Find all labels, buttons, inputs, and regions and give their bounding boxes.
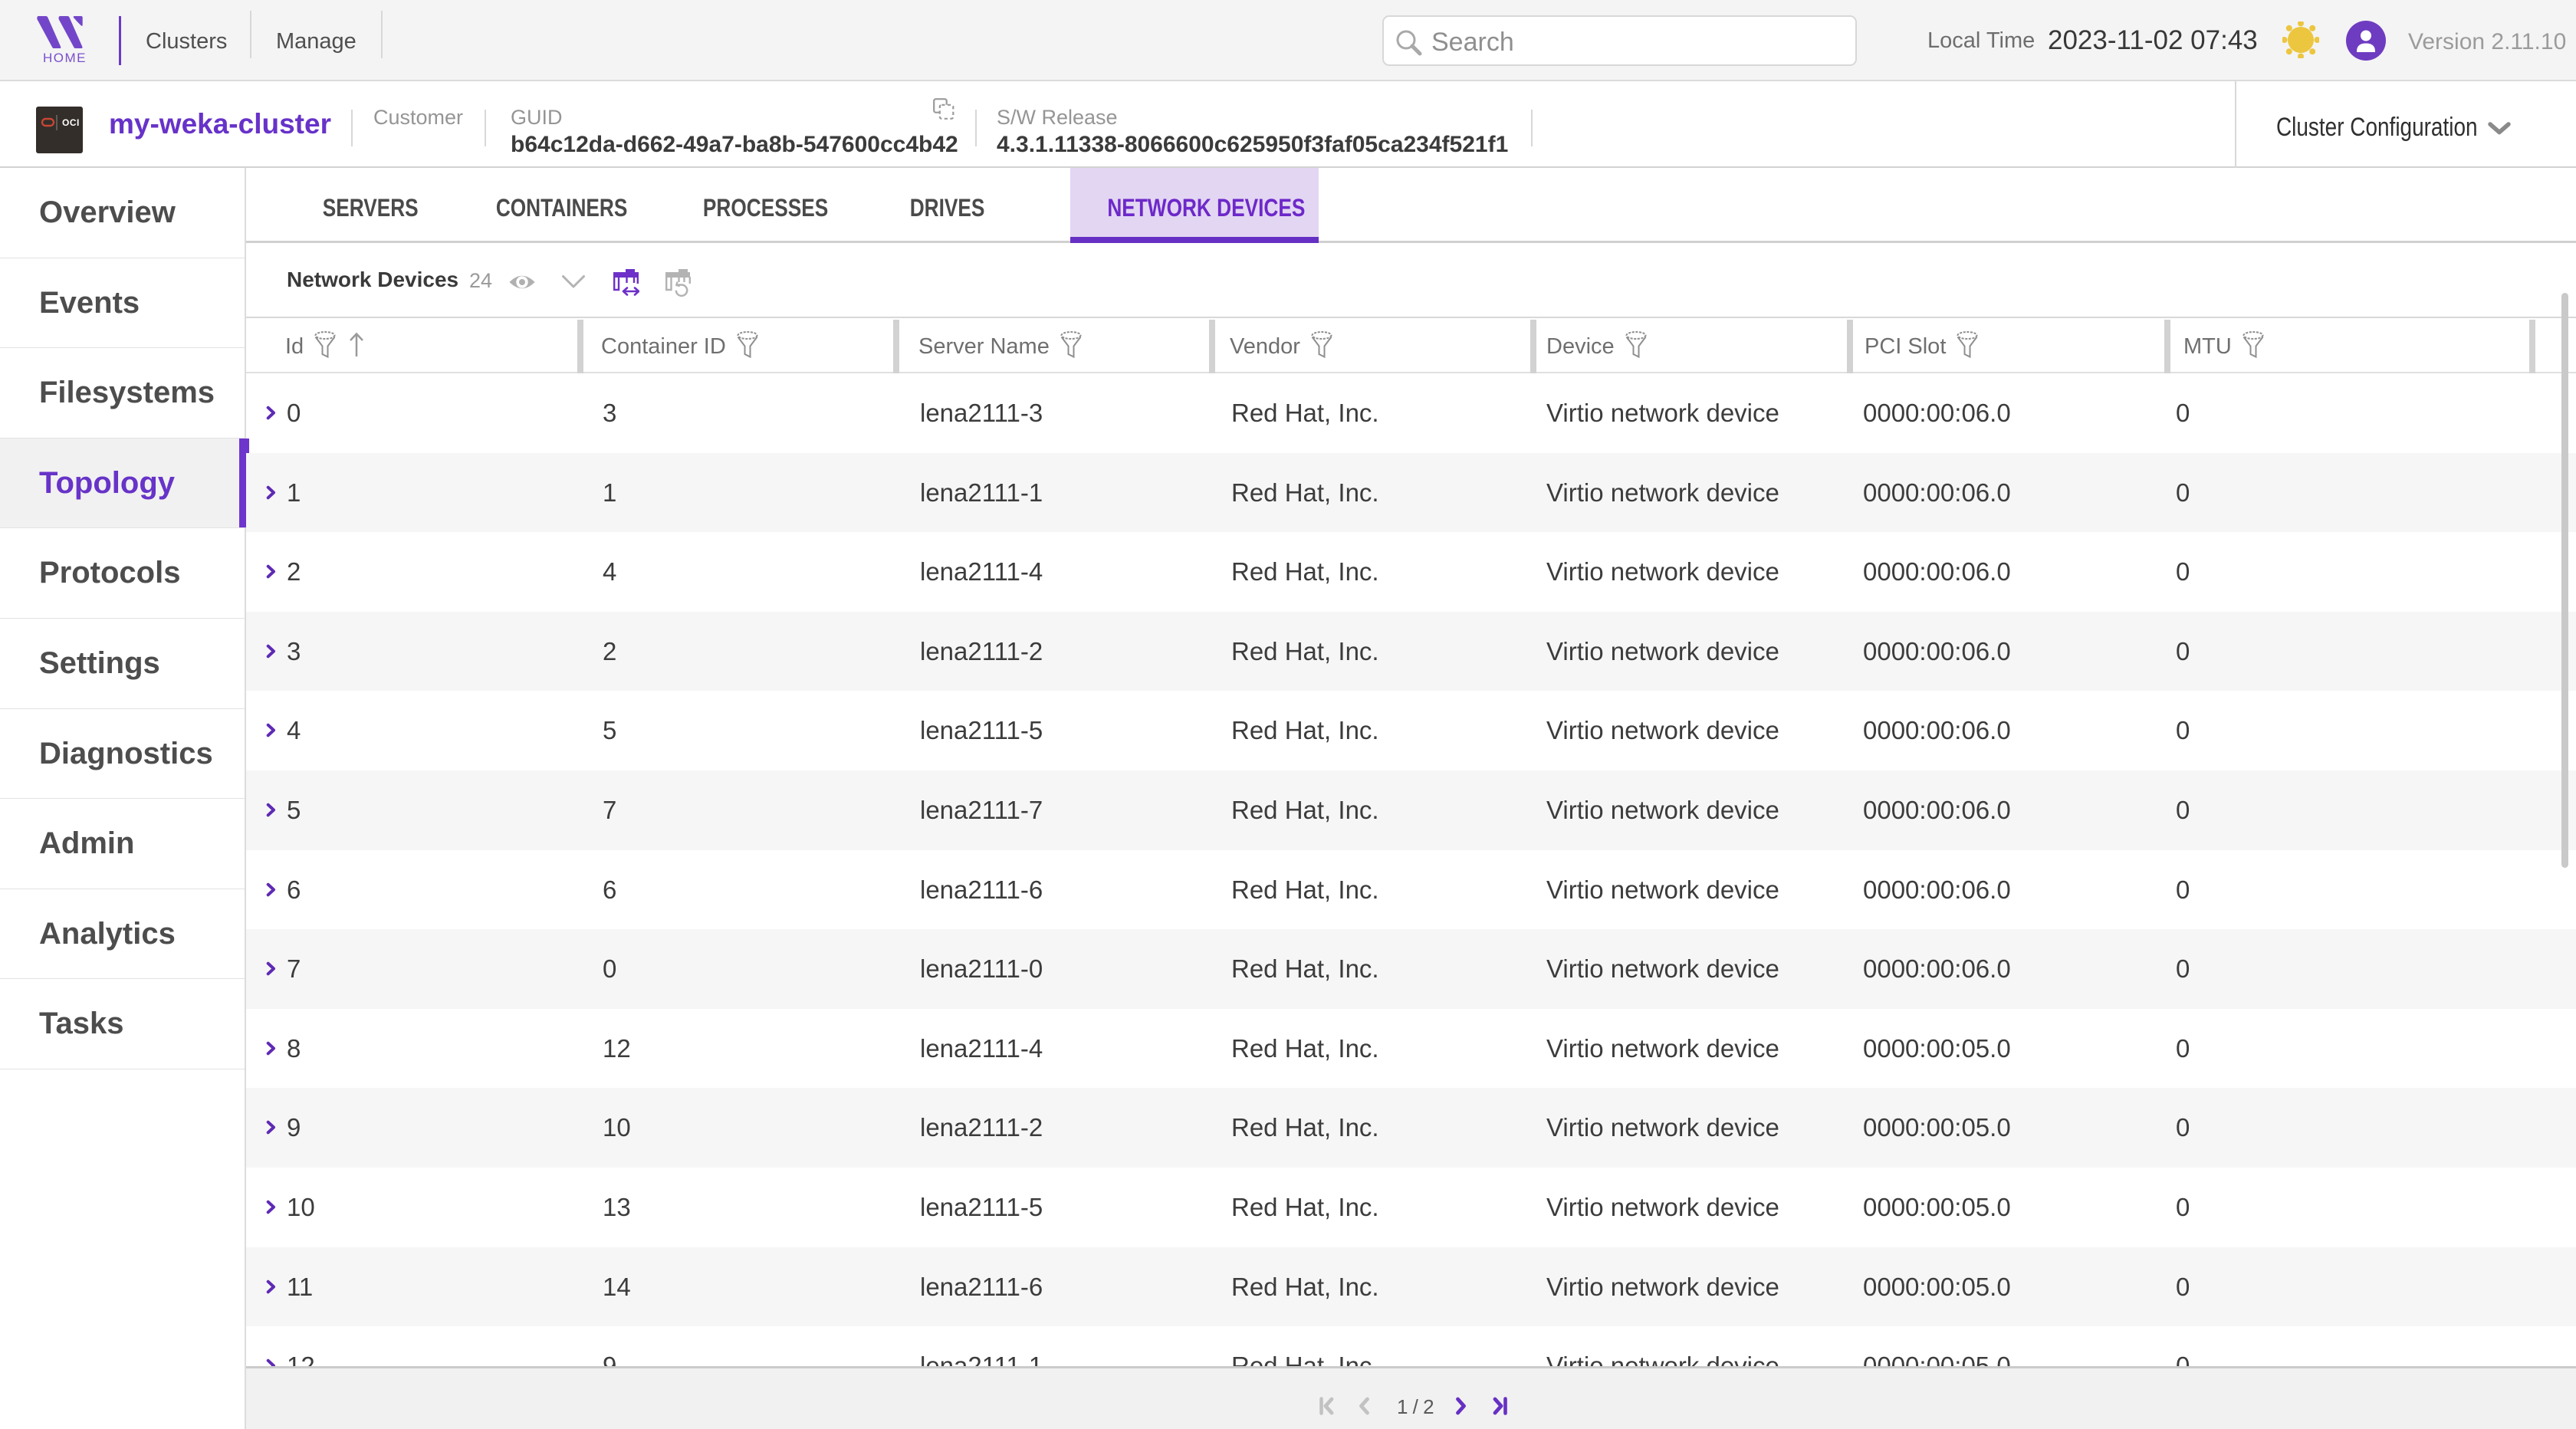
svg-text:OCI: OCI: [62, 117, 80, 128]
